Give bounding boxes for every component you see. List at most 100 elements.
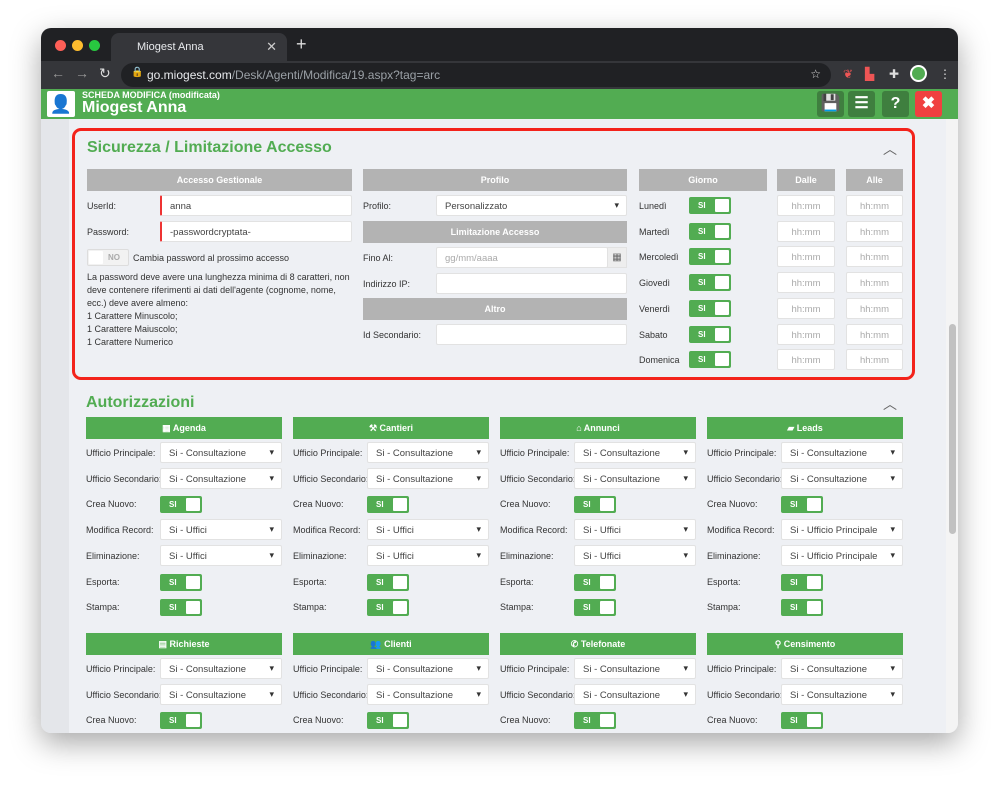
alle-input[interactable]: hh:mm xyxy=(846,220,903,242)
module-header-telefonate: ✆ Telefonate xyxy=(500,633,696,655)
close-tab-icon[interactable]: ✕ xyxy=(266,39,277,55)
permission-toggle[interactable]: SI xyxy=(367,496,409,514)
day-toggle[interactable]: SI xyxy=(689,325,731,343)
collapse-chevron-icon[interactable]: ︿ xyxy=(883,394,897,414)
back-button[interactable]: ← xyxy=(51,65,65,81)
toggle-label: SI xyxy=(698,355,706,365)
permission-toggle[interactable]: SI xyxy=(160,599,202,617)
close-window-button[interactable] xyxy=(55,40,66,51)
dalle-input[interactable]: hh:mm xyxy=(777,195,835,216)
permission-toggle[interactable]: SI xyxy=(781,573,823,591)
userid-input[interactable]: anna xyxy=(160,195,352,216)
day-toggle[interactable]: SI xyxy=(689,222,731,240)
permission-toggle[interactable]: SI xyxy=(367,712,409,730)
reload-button[interactable]: ↻ xyxy=(99,65,111,82)
day-toggle[interactable]: SI xyxy=(689,197,731,214)
profilo-label: Profilo: xyxy=(363,201,392,211)
permission-select[interactable]: Si - Consultazione xyxy=(574,442,696,463)
close-button[interactable]: ✖ xyxy=(915,91,942,117)
dalle-input[interactable]: hh:mm xyxy=(777,272,835,294)
permission-select[interactable]: Si - Uffici xyxy=(367,519,489,541)
permission-toggle[interactable]: SI xyxy=(367,573,409,591)
permission-select[interactable]: Si - Ufficio Principale xyxy=(781,519,903,541)
save-button[interactable]: 💾 xyxy=(817,91,844,117)
permission-select[interactable]: Si - Uffici xyxy=(574,519,696,541)
map-marker-icon: ⚲ xyxy=(774,639,782,649)
help-button[interactable]: ? xyxy=(882,91,909,117)
day-toggle[interactable]: SI xyxy=(689,299,731,317)
permission-toggle[interactable]: SI xyxy=(160,712,202,730)
permission-select[interactable]: Si - Consultazione xyxy=(367,658,489,679)
limitazione-header: Limitazione Accesso xyxy=(363,221,627,243)
permission-select[interactable]: Si - Consultazione xyxy=(781,683,903,705)
maximize-window-button[interactable] xyxy=(89,40,100,51)
dalle-input[interactable]: hh:mm xyxy=(777,297,835,319)
scrollbar[interactable] xyxy=(946,119,958,733)
permission-select[interactable]: Si - Ufficio Principale xyxy=(781,544,903,566)
browser-tab[interactable]: Miogest Anna ✕ xyxy=(111,33,287,61)
permission-select[interactable]: Si - Consultazione xyxy=(367,467,489,489)
collapse-chevron-icon[interactable]: ︿ xyxy=(883,139,897,159)
permission-select[interactable]: Si - Consultazione xyxy=(781,467,903,489)
permission-toggle[interactable]: SI xyxy=(367,599,409,617)
profilo-select[interactable]: Personalizzato xyxy=(436,195,627,216)
permission-select[interactable]: Si - Consultazione xyxy=(367,683,489,705)
permission-select[interactable]: Si - Consultazione xyxy=(367,442,489,463)
day-toggle[interactable]: SI xyxy=(689,274,731,292)
permission-toggle[interactable]: SI xyxy=(574,496,616,514)
address-bar[interactable]: 🔒 go.miogest.com/Desk/Agenti/Modifica/19.… xyxy=(121,63,831,87)
permission-select[interactable]: Si - Uffici xyxy=(367,544,489,566)
dalle-input[interactable]: hh:mm xyxy=(777,323,835,345)
dalle-input[interactable]: hh:mm xyxy=(777,349,835,371)
alle-input[interactable]: hh:mm xyxy=(846,195,903,216)
permission-label: Esporta: xyxy=(86,576,120,587)
permission-select[interactable]: Si - Consultazione xyxy=(574,683,696,705)
password-input[interactable]: -passwordcryptata- xyxy=(160,221,352,242)
extensions-puzzle-icon[interactable]: ✚ xyxy=(889,67,899,81)
permission-select[interactable]: Si - Consultazione xyxy=(781,442,903,463)
extension-icon[interactable]: ▙ xyxy=(865,67,874,81)
dalle-input[interactable]: hh:mm xyxy=(777,220,835,242)
minimize-window-button[interactable] xyxy=(72,40,83,51)
calendar-icon[interactable]: ▦ xyxy=(607,247,627,268)
menu-button[interactable]: ☰ xyxy=(848,91,875,117)
day-toggle[interactable]: SI xyxy=(689,351,731,369)
alle-input[interactable]: hh:mm xyxy=(846,349,903,371)
permission-select[interactable]: Si - Uffici xyxy=(160,544,282,566)
alle-input[interactable]: hh:mm xyxy=(846,246,903,268)
permission-select[interactable]: Si - Consultazione xyxy=(160,683,282,705)
permission-toggle[interactable]: SI xyxy=(574,712,616,730)
permission-select[interactable]: Si - Uffici xyxy=(574,544,696,566)
permission-toggle[interactable]: SI xyxy=(160,573,202,591)
forward-button[interactable]: → xyxy=(75,65,89,81)
permission-select[interactable]: Si - Uffici xyxy=(160,519,282,541)
permission-select[interactable]: Si - Consultazione xyxy=(574,467,696,489)
alle-input[interactable]: hh:mm xyxy=(846,272,903,294)
dalle-input[interactable]: hh:mm xyxy=(777,246,835,268)
ip-input[interactable] xyxy=(436,273,627,294)
browser-menu-icon[interactable]: ⋮ xyxy=(939,67,951,81)
day-toggle[interactable]: SI xyxy=(689,248,731,266)
id-secondario-input[interactable] xyxy=(436,324,627,345)
permission-label: Ufficio Secondario: xyxy=(500,689,576,700)
scrollbar-thumb[interactable] xyxy=(949,324,956,534)
change-password-toggle[interactable]: NO xyxy=(87,249,129,266)
permission-toggle[interactable]: SI xyxy=(160,496,202,514)
fino-al-input[interactable]: gg/mm/aaaa xyxy=(436,247,608,268)
permission-toggle[interactable]: SI xyxy=(574,599,616,617)
permission-select[interactable]: Si - Consultazione xyxy=(574,658,696,679)
profile-avatar[interactable] xyxy=(910,65,927,82)
alle-input[interactable]: hh:mm xyxy=(846,323,903,345)
permission-select[interactable]: Si - Consultazione xyxy=(160,442,282,463)
permission-toggle[interactable]: SI xyxy=(574,573,616,591)
permission-toggle[interactable]: SI xyxy=(781,496,823,514)
permission-select[interactable]: Si - Consultazione xyxy=(781,658,903,679)
alle-input[interactable]: hh:mm xyxy=(846,297,903,319)
permission-select[interactable]: Si - Consultazione xyxy=(160,467,282,489)
extension-icon[interactable]: ❦ xyxy=(843,67,853,81)
bookmark-star-icon[interactable]: ☆ xyxy=(810,67,821,81)
permission-select[interactable]: Si - Consultazione xyxy=(160,658,282,679)
new-tab-button[interactable]: + xyxy=(296,34,307,55)
permission-toggle[interactable]: SI xyxy=(781,712,823,730)
permission-toggle[interactable]: SI xyxy=(781,599,823,617)
